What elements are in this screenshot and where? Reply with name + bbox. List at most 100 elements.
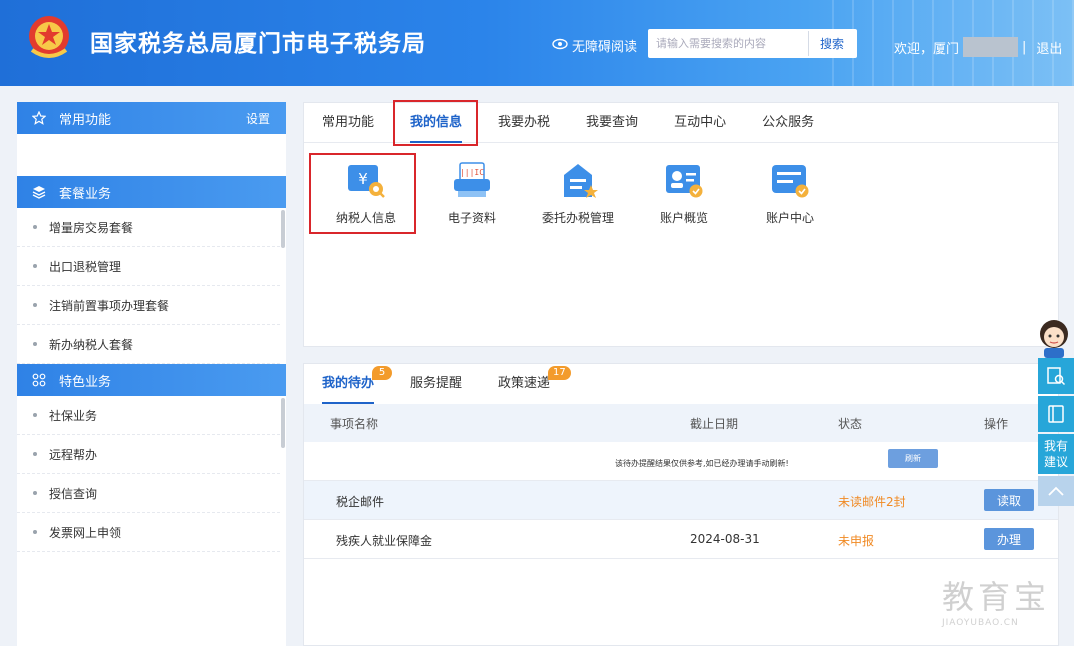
suggestion-button[interactable]: 我有建议 — [1038, 434, 1074, 474]
header: 国家税务总局厦门市电子税务局 无障碍阅读 搜索 欢迎，厦门 | 退出 — [0, 0, 1074, 86]
refresh-notice-row: 该待办提醒结果仅供参考,如已经办理请手动刷新! 刷新 — [304, 442, 1058, 481]
sidebar: 常用功能 设置 套餐业务 增量房交易套餐 出口退税管理 注销前置事项办理套餐 新… — [17, 102, 286, 646]
bullet — [33, 530, 37, 534]
app-account-overview[interactable]: 账户概览 — [634, 153, 734, 226]
row-name: 残疾人就业保障金 — [336, 534, 433, 548]
app-account-center[interactable]: 账户中心 — [740, 153, 840, 226]
table-row[interactable]: 税企邮件 未读邮件2封 读取 — [304, 481, 1058, 520]
sidebar-item-label: 增量房交易套餐 — [49, 220, 134, 235]
table-header: 事项名称 截止日期 状态 操作 — [304, 404, 1058, 442]
package-scrollbar[interactable] — [281, 210, 285, 248]
welcome-text: 欢迎，厦门 — [894, 41, 960, 57]
search-doc-icon[interactable] — [1038, 358, 1074, 394]
watermark-url: JIAOYUBAO.CN — [942, 618, 1019, 628]
row-name: 税企邮件 — [336, 495, 385, 509]
sidebar-item-label: 社保业务 — [49, 408, 98, 423]
watermark-text: 教育宝 — [942, 578, 1051, 616]
column-status: 状态 — [838, 417, 863, 431]
sidebar-item-label: 远程帮办 — [49, 447, 98, 462]
tab-my-todo[interactable]: 我的待办 5 — [322, 364, 392, 404]
sidebar-item-credit-query[interactable]: 授信查询 — [17, 474, 280, 513]
tab-service-reminder[interactable]: 服务提醒 — [410, 364, 462, 404]
accessibility-link[interactable]: 无障碍阅读 — [552, 36, 637, 55]
common-functions-empty — [17, 134, 286, 176]
account-overview-icon — [664, 161, 704, 201]
todo-count-badge: 5 — [372, 366, 392, 380]
grid-icon — [31, 372, 47, 388]
bullet — [33, 225, 37, 229]
tab-public-service[interactable]: 公众服务 — [762, 103, 814, 143]
sidebar-item-remote-help[interactable]: 远程帮办 — [17, 435, 280, 474]
sidebar-header-special[interactable]: 特色业务 — [17, 364, 286, 396]
column-name: 事项名称 — [330, 417, 379, 431]
highlight-box-app — [309, 153, 416, 234]
sidebar-settings-link[interactable]: 设置 — [246, 110, 270, 127]
arrow-up-icon[interactable] — [1038, 476, 1074, 506]
assistant-avatar-icon[interactable] — [1034, 316, 1074, 358]
sidebar-header-package[interactable]: 套餐业务 — [17, 176, 286, 208]
app-e-documents[interactable]: |||IC 电子资料 — [422, 153, 522, 226]
bullet — [33, 303, 37, 307]
watermark: 教育宝 JIAOYUBAO.CN — [942, 572, 1062, 628]
separator: | — [1022, 39, 1027, 55]
tab-policy-express[interactable]: 政策速递 17 — [498, 364, 571, 404]
account-center-icon — [770, 161, 810, 201]
tab-label: 政策速递 — [498, 376, 551, 391]
eye-icon — [552, 38, 568, 54]
app-label: 账户中心 — [765, 211, 814, 225]
bullet — [33, 264, 37, 268]
bullet — [33, 491, 37, 495]
app-label: 电子资料 — [447, 211, 496, 225]
tab-label: 我的待办 — [322, 376, 375, 391]
svg-text:|||IC: |||IC — [460, 168, 484, 177]
search-input[interactable] — [648, 29, 808, 58]
sidebar-item-deregistration[interactable]: 注销前置事项办理套餐 — [17, 286, 280, 325]
sidebar-item-label: 授信查询 — [49, 486, 98, 501]
table-row[interactable]: 残疾人就业保障金 2024-08-31 未申报 办理 — [304, 520, 1058, 559]
row-status: 未读邮件2封 — [838, 495, 906, 509]
sidebar-item-social-security[interactable]: 社保业务 — [17, 396, 280, 435]
delegation-icon — [558, 161, 598, 201]
package-list: 增量房交易套餐 出口退税管理 注销前置事项办理套餐 新办纳税人套餐 — [17, 208, 286, 364]
read-button[interactable]: 读取 — [984, 489, 1034, 511]
handle-button[interactable]: 办理 — [984, 528, 1034, 550]
todo-tabs: 我的待办 5 服务提醒 政策速递 17 — [304, 364, 1058, 404]
tab-handle-tax[interactable]: 我要办税 — [498, 103, 550, 143]
tab-interaction-center[interactable]: 互动中心 — [674, 103, 726, 143]
book-icon[interactable] — [1038, 396, 1074, 432]
sidebar-special-title: 特色业务 — [59, 374, 112, 390]
sidebar-common-title: 常用功能 — [59, 112, 112, 128]
search-button[interactable]: 搜索 — [808, 31, 855, 56]
tab-query[interactable]: 我要查询 — [586, 103, 638, 143]
sidebar-item-invoice-apply[interactable]: 发票网上申领 — [17, 513, 280, 552]
sidebar-header-common[interactable]: 常用功能 设置 — [17, 102, 286, 134]
app-delegation[interactable]: 委托办税管理 — [528, 153, 628, 226]
sidebar-item-label: 注销前置事项办理套餐 — [49, 298, 170, 313]
site-title: 国家税务总局厦门市电子税务局 — [90, 31, 426, 57]
special-scrollbar[interactable] — [281, 398, 285, 448]
suggestion-label: 我有建议 — [1043, 439, 1068, 469]
sidebar-item-label: 发票网上申领 — [49, 525, 122, 540]
policy-count-badge: 17 — [548, 366, 571, 380]
special-list: 社保业务 远程帮办 授信查询 发票网上申领 — [17, 396, 286, 552]
float-toolbar: 我有建议 — [1038, 358, 1074, 508]
row-deadline: 2024-08-31 — [690, 532, 760, 546]
row-status: 未申报 — [838, 534, 875, 548]
main-panel: 常用功能 我的信息 我要办税 我要查询 互动中心 公众服务 ¥ 纳税人信息 ||… — [303, 100, 1059, 347]
sidebar-package-title: 套餐业务 — [59, 186, 112, 202]
welcome-area: 欢迎，厦门 | 退出 — [894, 37, 1062, 57]
sidebar-item-incremental-housing[interactable]: 增量房交易套餐 — [17, 208, 280, 247]
username-mask — [963, 37, 1019, 57]
highlight-box-tab — [393, 100, 478, 146]
sidebar-item-export-refund[interactable]: 出口退税管理 — [17, 247, 280, 286]
refresh-button[interactable]: 刷新 — [888, 449, 938, 468]
app-label: 账户概览 — [659, 211, 708, 225]
sidebar-item-new-taxpayer[interactable]: 新办纳税人套餐 — [17, 325, 280, 364]
star-icon — [31, 110, 47, 126]
e-documents-icon: |||IC — [452, 161, 492, 201]
app-label: 委托办税管理 — [541, 211, 614, 225]
tab-common-functions[interactable]: 常用功能 — [322, 103, 374, 143]
accessibility-label: 无障碍阅读 — [572, 40, 638, 55]
logout-link[interactable]: 退出 — [1036, 38, 1062, 57]
refresh-notice: 该待办提醒结果仅供参考,如已经办理请手动刷新! — [615, 459, 789, 468]
